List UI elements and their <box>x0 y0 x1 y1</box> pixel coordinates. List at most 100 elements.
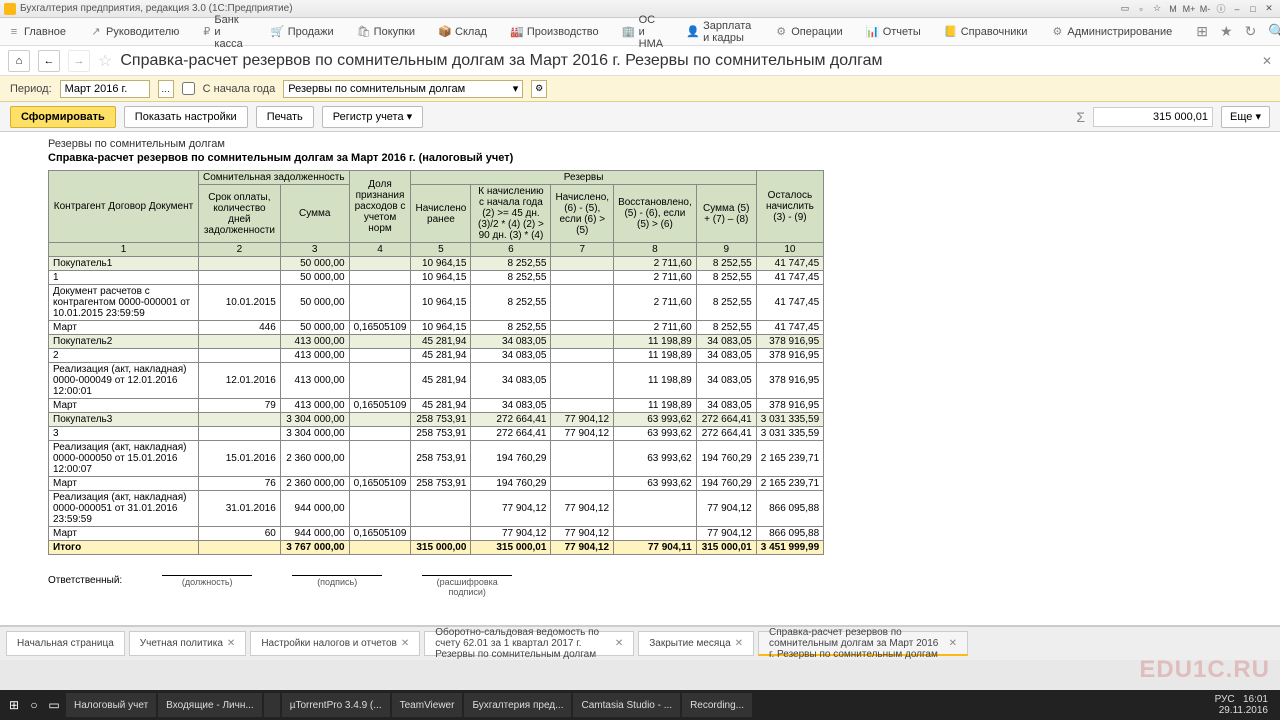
cell: 77 904,12 <box>551 413 614 427</box>
menu-admin[interactable]: ⚙Администрирование <box>1051 26 1172 38</box>
sys-icon[interactable]: ☆ <box>1150 2 1164 16</box>
cell: 3 031 335,59 <box>756 427 823 441</box>
menu-sales[interactable]: 🛒Продажи <box>272 26 334 38</box>
grid-icon[interactable]: ⊞ <box>1196 23 1208 40</box>
taskbar-app[interactable]: Camtasia Studio - ... <box>573 693 680 717</box>
taskview-icon[interactable]: ▭ <box>46 697 62 713</box>
menu-purchases[interactable]: 🛍Покупки <box>358 26 415 38</box>
taskbar-app[interactable]: Входящие - Личн... <box>158 693 262 717</box>
open-tab[interactable]: Начальная страница <box>6 631 125 656</box>
cell <box>614 527 697 541</box>
th-num: 4 <box>349 243 411 257</box>
filter-dropdown[interactable]: Резервы по сомнительным долгам ▾ <box>283 80 523 98</box>
print-button[interactable]: Печать <box>256 106 314 128</box>
cell: 63 993,62 <box>614 441 697 477</box>
star-icon[interactable]: ★ <box>1220 23 1233 40</box>
forward-button[interactable]: → <box>68 50 90 72</box>
search-icon[interactable]: 🔍 <box>1268 23 1280 40</box>
menu-salary[interactable]: 👤Зарплата и кадры <box>687 20 751 44</box>
menu-dicts[interactable]: 📒Справочники <box>945 26 1028 38</box>
cell: 866 095,88 <box>756 527 823 541</box>
table-row[interactable]: 2413 000,0045 281,9434 083,0511 198,8934… <box>49 349 824 363</box>
close-page-button[interactable]: ✕ <box>1262 54 1272 68</box>
open-tab[interactable]: Оборотно-сальдовая ведомость по счету 62… <box>424 631 634 656</box>
sum-field[interactable] <box>1093 107 1213 127</box>
filter-settings-button[interactable]: ⚙ <box>531 80 547 98</box>
open-tab[interactable]: Настройки налогов и отчетов✕ <box>250 631 420 656</box>
taskbar-app[interactable]: Бухгалтерия пред... <box>464 693 571 717</box>
menu-operations[interactable]: ⚙Операции <box>775 26 842 38</box>
back-button[interactable]: ← <box>38 50 60 72</box>
favorite-icon[interactable]: ☆ <box>98 51 112 71</box>
cell: 8 252,55 <box>471 271 551 285</box>
register-button[interactable]: Регистр учета ▾ <box>322 106 423 128</box>
menu-icon: ≡ <box>8 26 20 38</box>
table-row[interactable]: 150 000,0010 964,158 252,552 711,608 252… <box>49 271 824 285</box>
sys-icon[interactable]: ▫ <box>1134 2 1148 16</box>
close-tab-icon[interactable]: ✕ <box>227 638 235 649</box>
table-row[interactable]: Март762 360 000,000,16505109258 753,9119… <box>49 477 824 491</box>
table-row[interactable]: Реализация (акт, накладная) 0000-000050 … <box>49 441 824 477</box>
menu-main[interactable]: ≡Главное <box>8 26 66 38</box>
close-icon[interactable]: ✕ <box>1262 2 1276 16</box>
tab-label: Начальная страница <box>17 638 114 649</box>
table-row[interactable]: Реализация (акт, накладная) 0000-000051 … <box>49 491 824 527</box>
report-body[interactable]: Резервы по сомнительным долгам Справка-р… <box>0 132 1280 626</box>
open-tab[interactable]: Учетная политика✕ <box>129 631 247 656</box>
sigma-icon: Σ <box>1076 109 1085 125</box>
taskbar-app[interactable]: Налоговый учет <box>66 693 156 717</box>
cell: 76 <box>199 477 281 491</box>
table-row[interactable]: Документ расчетов с контрагентом 0000-00… <box>49 285 824 321</box>
sys-icon[interactable]: M- <box>1198 2 1212 16</box>
history-icon[interactable]: ↻ <box>1245 23 1257 40</box>
cell: 866 095,88 <box>756 491 823 527</box>
form-button[interactable]: Сформировать <box>10 106 116 128</box>
table-row[interactable]: Покупатель2413 000,0045 281,9434 083,051… <box>49 335 824 349</box>
open-tab[interactable]: Справка-расчет резервов по сомнительным … <box>758 631 968 656</box>
minimize-icon[interactable]: – <box>1230 2 1244 16</box>
table-row[interactable]: Март79413 000,000,1650510945 281,9434 08… <box>49 399 824 413</box>
period-input[interactable] <box>60 80 150 98</box>
from-year-checkbox[interactable] <box>182 82 195 95</box>
period-picker-button[interactable]: … <box>158 80 174 98</box>
cell: Реализация (акт, накладная) 0000-000051 … <box>49 491 199 527</box>
close-tab-icon[interactable]: ✕ <box>401 638 409 649</box>
menu-production[interactable]: 🏭Производство <box>511 26 599 38</box>
help-icon[interactable]: ⓘ <box>1214 2 1228 16</box>
close-tab-icon[interactable]: ✕ <box>735 638 743 649</box>
table-row[interactable]: 33 304 000,00258 753,91272 664,4177 904,… <box>49 427 824 441</box>
more-button[interactable]: Еще ▾ <box>1221 106 1270 128</box>
menu-reports[interactable]: 📊Отчеты <box>867 26 921 38</box>
taskbar-app[interactable]: TeamViewer <box>392 693 463 717</box>
table-row[interactable]: Покупатель150 000,0010 964,158 252,552 7… <box>49 257 824 271</box>
maximize-icon[interactable]: □ <box>1246 2 1260 16</box>
sys-icon[interactable]: M <box>1166 2 1180 16</box>
taskbar-app[interactable]: Recording... <box>682 693 752 717</box>
menu-assets[interactable]: 🏢ОС и НМА <box>623 14 663 50</box>
home-button[interactable]: ⌂ <box>8 50 30 72</box>
settings-button[interactable]: Показать настройки <box>124 106 248 128</box>
open-tab[interactable]: Закрытие месяца✕ <box>638 631 754 656</box>
sys-icon[interactable]: ▭ <box>1118 2 1132 16</box>
book-icon: 📒 <box>945 26 957 38</box>
menu-bank[interactable]: ₽Банк и касса <box>203 14 247 50</box>
cell <box>199 541 281 555</box>
close-tab-icon[interactable]: ✕ <box>949 638 957 649</box>
taskbar-app[interactable]: µTorrentPro 3.4.9 (... <box>282 693 390 717</box>
close-tab-icon[interactable]: ✕ <box>615 638 623 649</box>
search-icon[interactable]: ○ <box>26 697 42 713</box>
taskbar-app[interactable] <box>264 693 280 717</box>
table-row[interactable]: Март60944 000,000,1650510977 904,1277 90… <box>49 527 824 541</box>
tray-lang: РУС <box>1215 694 1235 705</box>
table-row[interactable]: Реализация (акт, накладная) 0000-000049 … <box>49 363 824 399</box>
table-row[interactable]: Март44650 000,000,1650510910 964,158 252… <box>49 321 824 335</box>
menu-manager[interactable]: ↗Руководителю <box>90 26 179 38</box>
tray-time: 16:01 <box>1243 694 1268 705</box>
menu-warehouse[interactable]: 📦Склад <box>439 26 487 38</box>
cell: 10 964,15 <box>411 321 471 335</box>
table-row[interactable]: Итого3 767 000,00315 000,00315 000,0177 … <box>49 541 824 555</box>
start-button[interactable]: ⊞ <box>6 697 22 713</box>
sys-icon[interactable]: M+ <box>1182 2 1196 16</box>
table-row[interactable]: Покупатель33 304 000,00258 753,91272 664… <box>49 413 824 427</box>
system-clock[interactable]: РУС 16:01 29.11.2016 <box>1215 694 1274 716</box>
